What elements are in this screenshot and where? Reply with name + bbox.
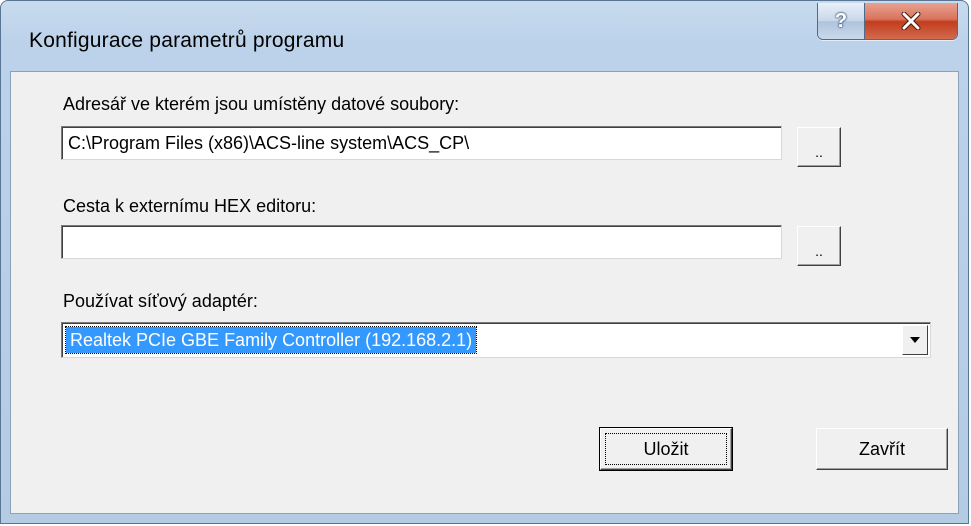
adapter-dropdown-button[interactable] bbox=[902, 325, 928, 355]
hex-editor-label: Cesta k externímu HEX editoru: bbox=[63, 196, 317, 216]
window-title: Konfigurace parametrů programu bbox=[29, 29, 345, 52]
help-button[interactable]: ? bbox=[818, 3, 865, 39]
data-dir-browse-button[interactable]: .. bbox=[797, 127, 841, 167]
adapter-selected-value: Realtek PCIe GBE Family Controller (192.… bbox=[64, 326, 478, 354]
save-button[interactable]: Uložit bbox=[599, 427, 733, 471]
title-bar[interactable]: Konfigurace parametrů programu ? bbox=[1, 1, 968, 71]
data-dir-label: Adresář ve kterém jsou umístěny datové s… bbox=[63, 94, 460, 114]
hex-editor-input[interactable] bbox=[61, 225, 782, 259]
chevron-down-icon bbox=[910, 337, 920, 343]
adapter-select[interactable]: Realtek PCIe GBE Family Controller (192.… bbox=[61, 322, 931, 358]
dialog-client-area: Adresář ve kterém jsou umístěny datové s… bbox=[10, 71, 959, 514]
help-icon: ? bbox=[834, 9, 848, 32]
hex-editor-browse-button[interactable]: .. bbox=[797, 226, 841, 266]
data-dir-input[interactable] bbox=[61, 126, 782, 160]
close-icon bbox=[901, 12, 921, 30]
adapter-label: Používat síťový adaptér: bbox=[63, 291, 258, 311]
data-dir-browse-label: .. bbox=[815, 144, 823, 160]
hex-editor-browse-label: .. bbox=[815, 243, 823, 259]
dialog-window: Konfigurace parametrů programu ? Adresář… bbox=[0, 0, 969, 524]
caption-buttons: ? bbox=[817, 3, 958, 40]
cancel-button[interactable]: Zavřít bbox=[816, 428, 948, 470]
focus-rect bbox=[605, 433, 727, 465]
close-window-button[interactable] bbox=[865, 3, 957, 39]
cancel-button-label: Zavřít bbox=[858, 438, 905, 459]
